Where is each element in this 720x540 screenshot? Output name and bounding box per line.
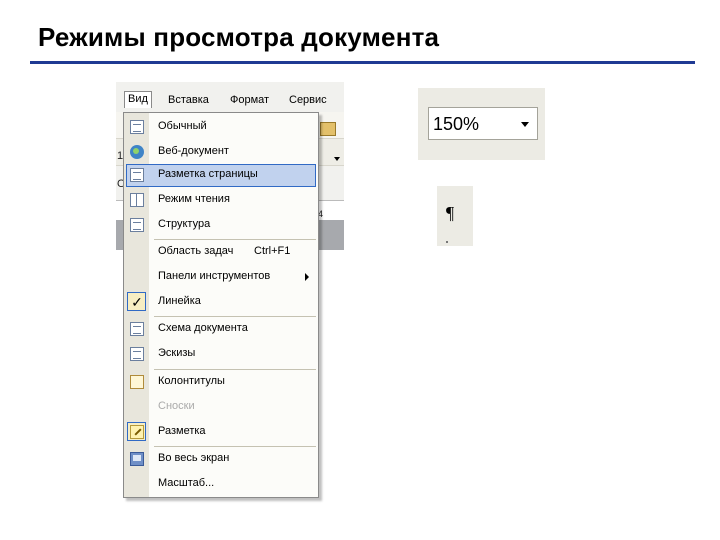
menu-item-web-layout[interactable]: Веб-документ [124,140,318,164]
menu-item-toolbars[interactable]: Панели инструментов [124,265,318,289]
menu-item-label: Линейка [158,295,201,307]
full-screen-icon [130,452,144,466]
menu-item-label: Режим чтения [158,193,230,205]
zoom-value[interactable]: 150% [433,114,479,135]
pilcrow-icon: ¶ [446,203,455,223]
checkmark-icon: ✓ [131,294,143,310]
menu-item-reading-mode[interactable]: Режим чтения [124,188,318,212]
zoom-dropdown-button[interactable] [513,109,537,138]
menu-item-header-footer[interactable]: Колонтитулы [124,370,318,394]
menu-item-normal[interactable]: Обычный [124,115,318,139]
menu-item-ruler[interactable]: ✓ Линейка [124,290,318,314]
menu-item-page-layout[interactable]: Разметка страницы [124,163,318,187]
page-layout-icon [130,168,144,182]
paste-icon[interactable] [320,122,336,136]
menu-item-label: Во весь экран [158,452,230,464]
menu-item-label: Область задач [158,245,234,257]
reading-mode-icon [130,193,144,207]
zoom-combobox[interactable]: 150% [428,107,538,140]
menu-item-label: Разметка страницы [158,168,258,180]
normal-view-icon [130,120,144,134]
title-rule [30,61,695,64]
menu-item-label: Структура [158,218,211,230]
dot-mark [446,241,448,243]
menu-item-zoom[interactable]: Масштаб... [124,472,318,496]
menu-item-label: Масштаб... [158,477,215,489]
web-layout-icon [130,145,144,159]
menu-insert[interactable]: Вставка [168,94,209,106]
menu-item-markup[interactable]: Разметка [124,420,318,444]
menu-view[interactable]: Вид [124,91,152,108]
menu-item-full-screen[interactable]: Во весь экран [124,447,318,471]
toolbar-dropdown-arrow-icon[interactable] [334,157,340,161]
header-footer-icon [130,375,144,389]
menu-item-footnotes: Сноски [124,395,318,419]
menu-item-label: Колонтитулы [158,375,225,387]
menu-item-label: Схема документа [158,322,248,334]
menu-tools[interactable]: Сервис [289,94,327,106]
menu-item-task-pane[interactable]: Область задач Ctrl+F1 [124,240,318,264]
document-map-icon [130,322,144,336]
view-menu: Обычный Веб-документ Разметка страницы Р… [123,112,319,498]
menu-item-thumbnails[interactable]: Эскизы [124,342,318,366]
chevron-down-icon [521,122,529,127]
slide-title: Режимы просмотра документа [38,22,440,52]
thumbnails-icon [130,347,144,361]
menu-bar: Вид Вставка Формат Сервис [116,90,344,112]
markup-icon [130,425,144,439]
menu-item-outline[interactable]: Структура [124,213,318,237]
menu-item-label: Эскизы [158,347,196,359]
menu-item-label: Панели инструментов [158,270,271,282]
menu-item-label: Обычный [158,120,207,132]
menu-item-shortcut: Ctrl+F1 [254,245,291,257]
submenu-arrow-icon [305,273,309,281]
menu-item-label: Веб-документ [158,145,229,157]
menu-item-label: Разметка [158,425,206,437]
outline-icon [130,218,144,232]
menu-item-document-map[interactable]: Схема документа [124,317,318,341]
menu-format[interactable]: Формат [230,94,269,106]
show-formatting-button[interactable]: ¶ [437,186,473,246]
menu-item-label: Сноски [158,400,195,412]
